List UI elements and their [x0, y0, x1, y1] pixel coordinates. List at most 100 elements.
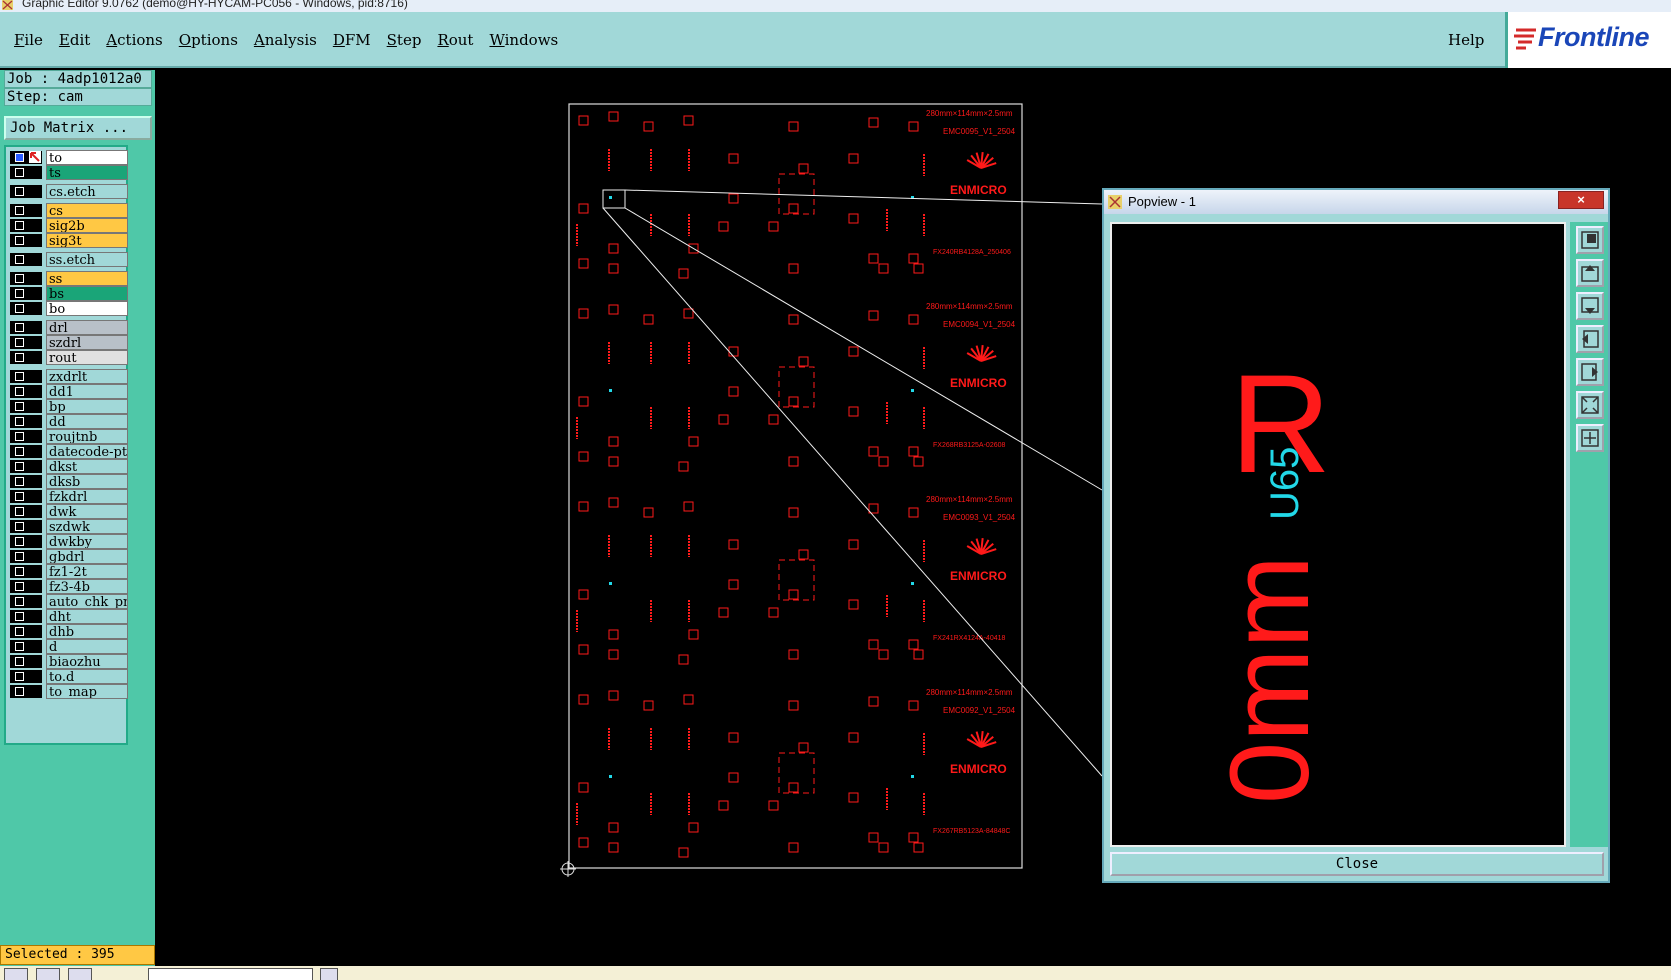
layer-checkbox[interactable]: [10, 321, 42, 334]
layer-row-dkst[interactable]: dkst: [10, 459, 128, 474]
layer-row-zxdrlt[interactable]: zxdrlt: [10, 369, 128, 384]
layer-checkbox[interactable]: [10, 520, 42, 533]
layer-name[interactable]: bp: [46, 399, 128, 414]
layer-name[interactable]: ss: [46, 271, 128, 286]
layer-checkbox[interactable]: [10, 219, 42, 232]
layer-checkbox[interactable]: [10, 505, 42, 518]
pan-up-icon[interactable]: [1576, 259, 1604, 287]
menu-step[interactable]: Step: [379, 31, 430, 49]
layer-name[interactable]: dksb: [46, 474, 128, 489]
layer-name[interactable]: rout: [46, 350, 128, 365]
layer-name[interactable]: fz1-2t: [46, 564, 128, 579]
layer-checkbox[interactable]: [10, 580, 42, 593]
layer-row-to[interactable]: to: [10, 150, 128, 165]
layer-checkbox[interactable]: [10, 460, 42, 473]
layer-checkbox[interactable]: [10, 475, 42, 488]
layer-row-auto_chk_pnl[interactable]: auto_chk_pnl: [10, 594, 128, 609]
menu-rout[interactable]: Rout: [429, 31, 481, 49]
layer-name[interactable]: auto_chk_pnl: [46, 594, 128, 609]
layer-row-bs[interactable]: bs: [10, 286, 128, 301]
bottom-tool-button[interactable]: [320, 968, 338, 980]
fit-icon[interactable]: [1576, 391, 1604, 419]
layer-name[interactable]: to.d: [46, 669, 128, 684]
menu-dfm[interactable]: DFM: [325, 31, 379, 49]
layer-name[interactable]: d: [46, 639, 128, 654]
layer-row-ss.etch[interactable]: ss.etch: [10, 252, 128, 267]
bottom-tool-button[interactable]: [36, 968, 60, 980]
bottom-tool-button[interactable]: [4, 968, 28, 980]
layer-checkbox[interactable]: [10, 595, 42, 608]
layer-name[interactable]: szdwk: [46, 519, 128, 534]
layer-checkbox[interactable]: [10, 640, 42, 653]
layer-checkbox[interactable]: [10, 550, 42, 563]
layer-name[interactable]: drl: [46, 320, 128, 335]
layer-row-szdwk[interactable]: szdwk: [10, 519, 128, 534]
layer-row-fz1-2t[interactable]: fz1-2t: [10, 564, 128, 579]
layer-row-cs.etch[interactable]: cs.etch: [10, 184, 128, 199]
bottom-tool-button[interactable]: [68, 968, 92, 980]
layer-checkbox[interactable]: [10, 535, 42, 548]
layer-checkbox[interactable]: [10, 490, 42, 503]
layer-row-datecode-pte[interactable]: datecode-pte: [10, 444, 128, 459]
layer-checkbox[interactable]: [10, 234, 42, 247]
layer-checkbox[interactable]: [10, 565, 42, 578]
layer-checkbox[interactable]: [10, 430, 42, 443]
layer-row-d[interactable]: d: [10, 639, 128, 654]
menu-analysis[interactable]: Analysis: [246, 31, 325, 49]
layer-checkbox[interactable]: [10, 336, 42, 349]
layer-row-fzkdrl[interactable]: fzkdrl: [10, 489, 128, 504]
layer-row-dht[interactable]: dht: [10, 609, 128, 624]
layer-row-fz3-4b[interactable]: fz3-4b: [10, 579, 128, 594]
layer-checkbox[interactable]: [10, 287, 42, 300]
layer-name[interactable]: dht: [46, 609, 128, 624]
layer-row-dd[interactable]: dd: [10, 414, 128, 429]
layer-row-sig3t[interactable]: sig3t: [10, 233, 128, 248]
layer-checkbox[interactable]: [10, 385, 42, 398]
menu-help[interactable]: Help: [1448, 31, 1484, 49]
layer-checkbox[interactable]: [10, 351, 42, 364]
layer-row-roujtnb[interactable]: roujtnb: [10, 429, 128, 444]
menu-options[interactable]: Options: [171, 31, 246, 49]
layer-name[interactable]: sig2b: [46, 218, 128, 233]
menu-windows[interactable]: Windows: [481, 31, 566, 49]
menu-actions[interactable]: Actions: [98, 31, 170, 49]
layer-name[interactable]: roujtnb: [46, 429, 128, 444]
layer-checkbox[interactable]: [10, 400, 42, 413]
layer-name[interactable]: bs: [46, 286, 128, 301]
layer-row-dwk[interactable]: dwk: [10, 504, 128, 519]
layer-checkbox[interactable]: [10, 151, 42, 164]
layer-row-to.d[interactable]: to.d: [10, 669, 128, 684]
layer-name[interactable]: bo: [46, 301, 128, 316]
layer-checkbox[interactable]: [10, 253, 42, 266]
layer-name[interactable]: biaozhu: [46, 654, 128, 669]
layer-row-gbdrl[interactable]: gbdrl: [10, 549, 128, 564]
layer-name[interactable]: fz3-4b: [46, 579, 128, 594]
layer-checkbox[interactable]: [10, 370, 42, 383]
layer-row-drl[interactable]: drl: [10, 320, 128, 335]
layer-checkbox[interactable]: [10, 610, 42, 623]
layer-name[interactable]: dd1: [46, 384, 128, 399]
layer-row-ts[interactable]: ts: [10, 165, 128, 180]
menu-file[interactable]: File: [6, 31, 51, 49]
layer-row-ss[interactable]: ss: [10, 271, 128, 286]
layer-checkbox[interactable]: [10, 445, 42, 458]
pan-right-icon[interactable]: [1576, 358, 1604, 386]
layer-name[interactable]: to: [46, 150, 128, 165]
layer-name[interactable]: gbdrl: [46, 549, 128, 564]
layer-name[interactable]: szdrl: [46, 335, 128, 350]
layer-checkbox[interactable]: [10, 415, 42, 428]
layer-row-szdrl[interactable]: szdrl: [10, 335, 128, 350]
layer-name[interactable]: dwk: [46, 504, 128, 519]
layer-row-biaozhu[interactable]: biaozhu: [10, 654, 128, 669]
layer-name[interactable]: dd: [46, 414, 128, 429]
layer-name[interactable]: datecode-pte: [46, 444, 128, 459]
layer-checkbox[interactable]: [10, 302, 42, 315]
zoom-icon[interactable]: [1576, 226, 1604, 254]
layer-name[interactable]: ts: [46, 165, 128, 180]
layer-row-dwkby[interactable]: dwkby: [10, 534, 128, 549]
layer-row-sig2b[interactable]: sig2b: [10, 218, 128, 233]
layer-checkbox[interactable]: [10, 625, 42, 638]
layer-row-bo[interactable]: bo: [10, 301, 128, 316]
popview-close-x-button[interactable]: ×: [1558, 191, 1604, 209]
home-icon[interactable]: [1576, 424, 1604, 452]
